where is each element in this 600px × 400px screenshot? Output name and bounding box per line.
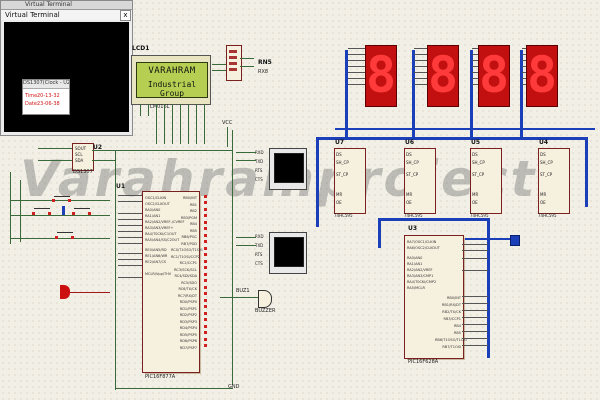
- terminal-screen[interactable]: DS1307(Clock - U2) Time: 20-13-32 Date: …: [4, 22, 129, 132]
- rn-part: RX8: [258, 69, 269, 75]
- menu-virtual-terminal[interactable]: Virtual Terminal: [5, 11, 60, 19]
- mcu-chip[interactable]: OSC1/CLKIN OSC2/CLKOUT RA0/AN0 RA1/AN1 R…: [142, 191, 203, 373]
- vterm-1[interactable]: RXD TXD RTS CTS: [255, 148, 307, 190]
- bus-top-left-vertical: [316, 137, 319, 227]
- buzzer-part: BUZZER: [255, 308, 276, 314]
- vterm-1-rxd: RXD: [255, 150, 264, 155]
- vterm-2[interactable]: RXD TXD RTS CTS: [255, 232, 307, 274]
- wire-bottom: [115, 388, 233, 389]
- rtc-pin-sout: SOUT: [75, 146, 87, 151]
- rn-ref: RN5: [258, 59, 272, 66]
- bus-u3-left: [378, 218, 381, 248]
- vterm-1-txd: TXD: [255, 159, 264, 164]
- time-value: 20-13-32: [37, 93, 60, 99]
- push-button-1[interactable]: [52, 196, 72, 202]
- bus-top-right-vertical: [585, 137, 588, 207]
- pic2-chip[interactable]: RA7/OSC1/CLKIN RA6/OSC2/CLKOUT RA0/AN0 R…: [404, 235, 467, 359]
- logic-probe[interactable]: [60, 285, 70, 299]
- lcd-line-2: Industrial Group: [147, 80, 197, 98]
- shift-ref-u5: U5: [471, 139, 481, 146]
- shift-register-u5[interactable]: U5 DS SH_CP ST_CP MR OE 74HC595: [466, 140, 504, 218]
- mcu-right-pins: RB0/INT RB1 RB2 RB3/PGM RB4 RB5 RB6/PGC …: [171, 196, 203, 350]
- rtc-part: DS1307: [73, 169, 93, 175]
- push-button-2[interactable]: [32, 208, 52, 216]
- window-menubar[interactable]: Virtual Terminal x: [1, 10, 132, 21]
- wire-gnd-v: [232, 130, 233, 385]
- buzzer-ref: BUZ1: [236, 288, 250, 294]
- close-button[interactable]: x: [120, 10, 131, 21]
- pic2-left-pins: RA7/OSC1/CLKIN RA6/OSC2/CLKOUT RA0/AN0 R…: [407, 240, 440, 290]
- vterm-1-cts: CTS: [255, 177, 263, 182]
- mcu-right-stubs: [198, 195, 220, 355]
- bus-u3-top: [378, 218, 490, 221]
- shift-part-u4: 74HC595: [538, 213, 557, 218]
- pic2-right-pins: RB0/INT RB1/RX/DT RB2/TX/CK RB3/CCP1 RB4…: [435, 296, 467, 349]
- pic2-part: PIC16F628A: [408, 359, 439, 365]
- lcd-ref: LCD1: [132, 45, 150, 52]
- mcu-left-stubs: [118, 195, 142, 315]
- rtc-pin-sda: SDA: [75, 158, 84, 163]
- vcc-label-top: VCC: [222, 120, 233, 126]
- vterm-2-rxd: RXD: [255, 234, 264, 239]
- vterm-2-rts: RTS: [255, 252, 263, 257]
- rtc-chip[interactable]: SOUT SCL SDA: [72, 143, 94, 171]
- buzzer[interactable]: [258, 290, 272, 308]
- vterm-2-screen: [274, 237, 304, 267]
- push-button-3[interactable]: [72, 208, 92, 216]
- window-titlebar[interactable]: Virtual Terminal: [1, 1, 132, 10]
- vterm-2-txd: TXD: [255, 243, 264, 248]
- terminal-panel: DS1307(Clock - U2) Time: 20-13-32 Date: …: [22, 79, 70, 115]
- push-button-4[interactable]: [55, 232, 75, 240]
- shift-register-u4[interactable]: U4 DS SH_CP ST_CP MR OE 74HC595: [534, 140, 572, 218]
- wire-mcu-top-h: [115, 150, 233, 151]
- blue-capacitor[interactable]: [62, 206, 65, 215]
- mcu-ref: U1: [116, 183, 126, 190]
- lcd-module[interactable]: VARAHRAM Industrial Group: [131, 55, 211, 105]
- vterm-1-screen: [274, 153, 304, 183]
- shift-ref-u6: U6: [405, 139, 415, 146]
- mcu-part: PIC16F877A: [145, 374, 176, 380]
- pic2-ref: U3: [408, 225, 418, 232]
- shift-register-u7[interactable]: U7 DS SH_CP ST_CP MR OE 74HC595: [330, 140, 368, 218]
- lcd-pin-bus: [140, 104, 205, 144]
- lcd-display: VARAHRAM Industrial Group: [136, 62, 208, 98]
- shift-register-u6[interactable]: U6 DS SH_CP ST_CP MR OE 74HC595: [400, 140, 438, 218]
- shift-part-u7: 74HC595: [334, 213, 353, 218]
- lcd-line-1: VARAHRAM: [148, 66, 196, 76]
- rtc-pin-scl: SCL: [75, 152, 83, 157]
- resistor-network[interactable]: [226, 45, 242, 81]
- vterm-2-cts: CTS: [255, 261, 263, 266]
- shift-ref-u4: U4: [539, 139, 549, 146]
- mcu-left-pins: OSC1/CLKIN OSC2/CLKOUT RA0/AN0 RA1/AN1 R…: [145, 196, 185, 276]
- seven-seg-pin-stubs: [348, 48, 598, 108]
- pic2-right-stubs: [462, 240, 488, 360]
- date-value: 23-06-38: [37, 101, 60, 107]
- window-title: Virtual Terminal: [25, 1, 72, 8]
- logic-state-indicator[interactable]: [510, 235, 520, 246]
- vterm-1-rts: RTS: [255, 168, 263, 173]
- terminal-panel-title: DS1307(Clock - U2): [23, 80, 69, 89]
- shift-ref-u7: U7: [335, 139, 345, 146]
- virtual-terminal-window[interactable]: Virtual Terminal Virtual Terminal x DS13…: [0, 0, 133, 136]
- wire-mcu-top: [115, 150, 116, 390]
